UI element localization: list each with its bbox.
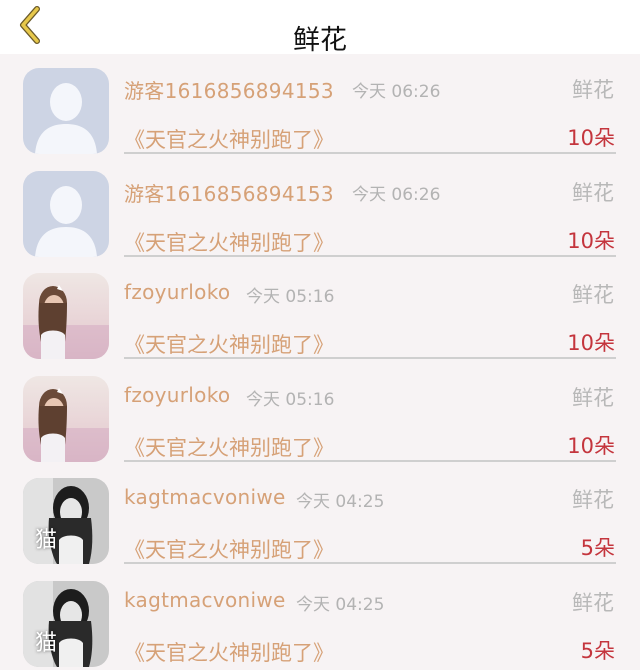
timestamp: 今天 04:25	[296, 492, 385, 513]
default-avatar-icon	[23, 68, 109, 154]
list-item[interactable]: 游客1616856894153 今天 06:26 鲜花 《天官之火神别跑了》 1…	[0, 54, 640, 157]
gift-type: 鲜花	[572, 283, 614, 308]
username[interactable]: fzoyurloko	[124, 383, 230, 407]
work-title-link[interactable]: 《天官之火神别跑了》	[124, 124, 334, 154]
timestamp: 今天 05:16	[246, 389, 335, 410]
avatar-badge: 猫	[35, 630, 58, 656]
work-title-link[interactable]: 《天官之火神别跑了》	[124, 534, 334, 564]
username[interactable]: kagtmacvoniwe	[124, 485, 286, 509]
gift-type: 鲜花	[572, 488, 614, 513]
gift-type: 鲜花	[572, 385, 614, 410]
work-title-link[interactable]: 《天官之火神别跑了》	[124, 329, 334, 359]
divider	[124, 254, 616, 257]
gift-record-list: 游客1616856894153 今天 06:26 鲜花 《天官之火神别跑了》 1…	[0, 54, 640, 670]
divider	[124, 357, 616, 360]
gift-type: 鲜花	[572, 78, 614, 102]
gift-type: 鲜花	[572, 590, 614, 615]
username[interactable]: 游客1616856894153	[124, 178, 334, 207]
divider	[124, 459, 616, 462]
divider	[124, 152, 616, 154]
list-item[interactable]: fzoyurloko 今天 05:16 鲜花 《天官之火神别跑了》 10朵	[0, 362, 640, 465]
gift-count: 5朵	[580, 536, 615, 561]
gift-count: 10朵	[567, 433, 615, 458]
work-title-link[interactable]: 《天官之火神别跑了》	[124, 432, 334, 462]
list-item[interactable]: 猫 kagtmacvoniwe 今天 04:25 鲜花 《天官之火神别跑了》 5…	[0, 464, 640, 567]
timestamp: 今天 06:26	[352, 184, 441, 205]
photo-avatar-girl-icon	[23, 375, 109, 462]
work-title-link[interactable]: 《天官之火神别跑了》	[124, 227, 334, 257]
username[interactable]: 游客1616856894153	[124, 75, 334, 104]
default-avatar-icon	[23, 170, 109, 257]
header-bar: 鲜花	[0, 0, 640, 56]
avatar[interactable]	[23, 170, 109, 257]
work-title-link[interactable]: 《天官之火神别跑了》	[124, 637, 334, 667]
timestamp: 今天 04:25	[296, 594, 385, 615]
timestamp: 今天 06:26	[352, 82, 441, 102]
avatar-badge: 猫	[35, 528, 58, 554]
list-item[interactable]: fzoyurloko 今天 05:16 鲜花 《天官之火神别跑了》 10朵	[0, 259, 640, 362]
page-title: 鲜花	[293, 25, 347, 56]
avatar[interactable]	[23, 375, 109, 462]
gift-count: 10朵	[567, 331, 615, 356]
gift-count: 10朵	[567, 228, 615, 253]
gift-count: 10朵	[567, 126, 615, 150]
list-item[interactable]: 游客1616856894153 今天 06:26 鲜花 《天官之火神别跑了》 1…	[0, 157, 640, 260]
username[interactable]: fzoyurloko	[124, 280, 230, 304]
divider	[124, 562, 616, 565]
avatar[interactable]	[23, 68, 109, 154]
timestamp: 今天 05:16	[246, 287, 335, 308]
username[interactable]: kagtmacvoniwe	[124, 588, 286, 612]
avatar[interactable]: 猫	[23, 478, 109, 565]
avatar[interactable]: 猫	[23, 580, 109, 667]
photo-avatar-girl-icon	[23, 273, 109, 360]
gift-type: 鲜花	[572, 180, 614, 205]
list-item[interactable]: 猫 kagtmacvoniwe 今天 04:25 鲜花 《天官之火神别跑了》 5…	[0, 567, 640, 670]
gift-count: 5朵	[580, 638, 615, 663]
avatar[interactable]	[23, 273, 109, 360]
